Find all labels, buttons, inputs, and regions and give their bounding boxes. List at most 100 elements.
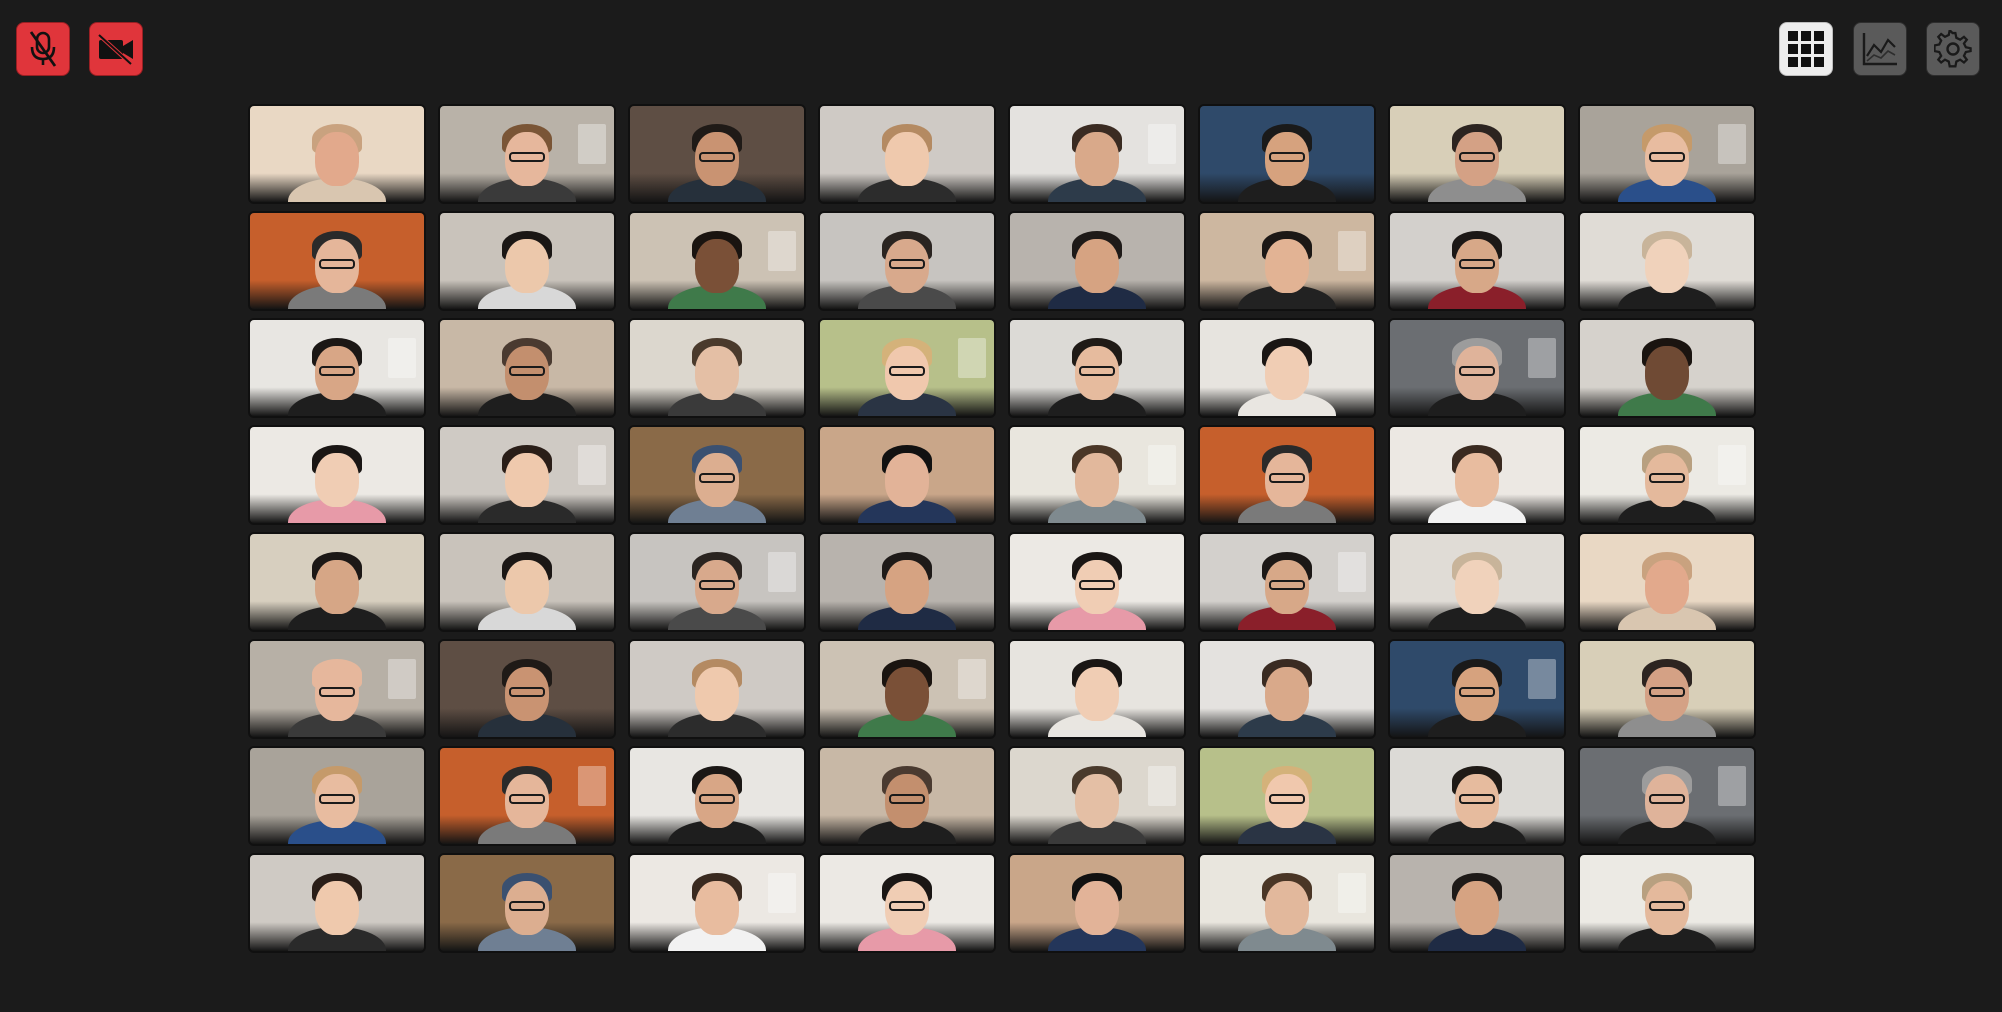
glasses-icon bbox=[1459, 687, 1495, 697]
glasses-icon bbox=[1269, 580, 1305, 590]
participant-video-tile[interactable] bbox=[628, 104, 806, 204]
participant-video-tile[interactable] bbox=[1198, 639, 1376, 739]
participant-video-tile[interactable] bbox=[248, 532, 426, 632]
settings-button[interactable] bbox=[1926, 22, 1980, 76]
background-object bbox=[388, 338, 416, 378]
participant-video-tile[interactable] bbox=[1578, 639, 1756, 739]
participant-video-tile[interactable] bbox=[438, 639, 616, 739]
participant-video-tile[interactable] bbox=[1198, 532, 1376, 632]
participant-face bbox=[695, 667, 739, 721]
participant-video-tile[interactable] bbox=[1198, 853, 1376, 953]
stats-button[interactable] bbox=[1853, 22, 1907, 76]
participant-video-tile[interactable] bbox=[1578, 532, 1756, 632]
participant-video-tile[interactable] bbox=[1388, 211, 1566, 311]
participant-face bbox=[1265, 667, 1309, 721]
participant-video-tile[interactable] bbox=[1008, 532, 1186, 632]
participant-video-tile[interactable] bbox=[1008, 639, 1186, 739]
participant-video-tile[interactable] bbox=[1198, 211, 1376, 311]
participant-video-tile[interactable] bbox=[1388, 425, 1566, 525]
participant-video-tile[interactable] bbox=[1008, 425, 1186, 525]
participant-face bbox=[315, 453, 359, 507]
participant-video-tile[interactable] bbox=[1008, 104, 1186, 204]
participant-video-tile[interactable] bbox=[438, 318, 616, 418]
participant-video-tile[interactable] bbox=[628, 746, 806, 846]
glasses-icon bbox=[509, 794, 545, 804]
participant-video-tile[interactable] bbox=[1008, 211, 1186, 311]
participant-video-tile[interactable] bbox=[1388, 639, 1566, 739]
participant-video-tile[interactable] bbox=[1198, 318, 1376, 418]
glasses-icon bbox=[1079, 366, 1115, 376]
participant-video-tile[interactable] bbox=[1008, 853, 1186, 953]
participant-video-tile[interactable] bbox=[1578, 746, 1756, 846]
stop-video-button[interactable] bbox=[89, 22, 143, 76]
participant-video-tile[interactable] bbox=[818, 211, 996, 311]
participant-video-tile[interactable] bbox=[248, 853, 426, 953]
participant-video-tile[interactable] bbox=[818, 318, 996, 418]
glasses-icon bbox=[319, 794, 355, 804]
glasses-icon bbox=[1459, 152, 1495, 162]
background-object bbox=[768, 231, 796, 271]
participant-video-tile[interactable] bbox=[628, 532, 806, 632]
participant-video-tile[interactable] bbox=[1388, 532, 1566, 632]
participant-video-tile[interactable] bbox=[1578, 853, 1756, 953]
participant-video-tile[interactable] bbox=[1578, 104, 1756, 204]
background-object bbox=[1528, 338, 1556, 378]
participant-face bbox=[1645, 346, 1689, 400]
participant-video-tile[interactable] bbox=[1388, 746, 1566, 846]
glasses-icon bbox=[1269, 794, 1305, 804]
glasses-icon bbox=[1459, 794, 1495, 804]
participant-video-tile[interactable] bbox=[1008, 746, 1186, 846]
participant-video-tile[interactable] bbox=[818, 532, 996, 632]
participant-video-tile[interactable] bbox=[1198, 425, 1376, 525]
participant-video-tile[interactable] bbox=[818, 746, 996, 846]
glasses-icon bbox=[699, 152, 735, 162]
background-object bbox=[578, 124, 606, 164]
participant-video-tile[interactable] bbox=[628, 211, 806, 311]
participant-video-tile[interactable] bbox=[248, 104, 426, 204]
participant-face bbox=[1455, 881, 1499, 935]
participant-face bbox=[1075, 774, 1119, 828]
participant-video-tile[interactable] bbox=[628, 853, 806, 953]
participant-video-tile[interactable] bbox=[1578, 318, 1756, 418]
participant-video-tile[interactable] bbox=[1388, 104, 1566, 204]
grid-layout-button[interactable] bbox=[1779, 22, 1833, 76]
participant-video-tile[interactable] bbox=[1198, 746, 1376, 846]
background-object bbox=[1718, 766, 1746, 806]
glasses-icon bbox=[1459, 366, 1495, 376]
glasses-icon bbox=[1649, 794, 1685, 804]
participant-video-tile[interactable] bbox=[438, 853, 616, 953]
participant-video-tile[interactable] bbox=[628, 425, 806, 525]
participant-video-tile[interactable] bbox=[1578, 211, 1756, 311]
participant-video-tile[interactable] bbox=[1388, 318, 1566, 418]
participant-video-tile[interactable] bbox=[1388, 853, 1566, 953]
background-object bbox=[1148, 766, 1176, 806]
participant-video-tile[interactable] bbox=[818, 425, 996, 525]
participant-face bbox=[1455, 453, 1499, 507]
participant-video-tile[interactable] bbox=[818, 104, 996, 204]
participant-video-tile[interactable] bbox=[818, 639, 996, 739]
participant-video-tile[interactable] bbox=[248, 211, 426, 311]
glasses-icon bbox=[699, 794, 735, 804]
participant-video-tile[interactable] bbox=[628, 318, 806, 418]
participant-video-tile[interactable] bbox=[1198, 104, 1376, 204]
participant-video-tile[interactable] bbox=[438, 746, 616, 846]
glasses-icon bbox=[699, 473, 735, 483]
background-object bbox=[768, 873, 796, 913]
glasses-icon bbox=[1079, 580, 1115, 590]
participant-video-tile[interactable] bbox=[438, 104, 616, 204]
participant-video-tile[interactable] bbox=[248, 746, 426, 846]
glasses-icon bbox=[1649, 152, 1685, 162]
mute-microphone-button[interactable] bbox=[16, 22, 70, 76]
participant-video-tile[interactable] bbox=[438, 425, 616, 525]
participant-video-tile[interactable] bbox=[438, 532, 616, 632]
participant-face bbox=[1075, 881, 1119, 935]
participant-video-tile[interactable] bbox=[438, 211, 616, 311]
participant-video-tile[interactable] bbox=[818, 853, 996, 953]
participant-video-tile[interactable] bbox=[1578, 425, 1756, 525]
participant-video-tile[interactable] bbox=[248, 639, 426, 739]
participant-face bbox=[315, 560, 359, 614]
participant-video-tile[interactable] bbox=[248, 318, 426, 418]
participant-video-tile[interactable] bbox=[248, 425, 426, 525]
participant-video-tile[interactable] bbox=[628, 639, 806, 739]
participant-video-tile[interactable] bbox=[1008, 318, 1186, 418]
